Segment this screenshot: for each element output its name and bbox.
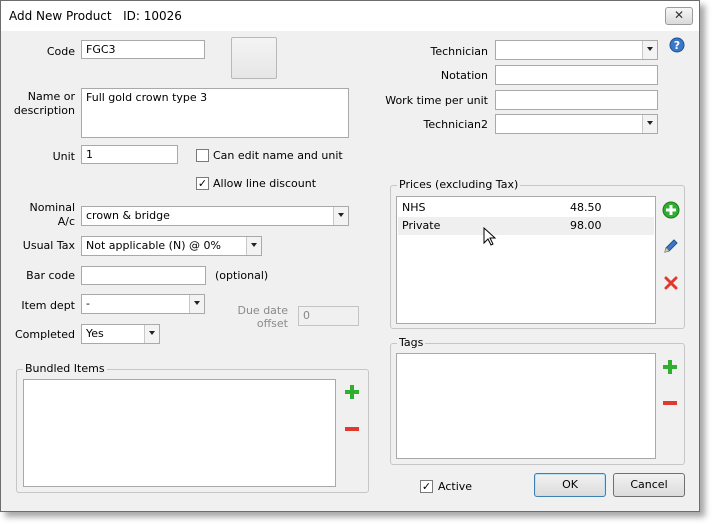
code-label: Code	[46, 45, 75, 58]
optional-label: (optional)	[215, 269, 269, 282]
notation-label: Notation	[440, 69, 488, 82]
item-dept-value: -	[86, 297, 90, 310]
close-icon: ✕	[673, 8, 685, 22]
tags-list[interactable]	[396, 353, 656, 459]
nominal-select[interactable]: crown & bridge	[81, 206, 349, 226]
worktime-input[interactable]	[495, 90, 658, 110]
add-product-dialog: Add New Product ID: 10026 ✕ ? Code FGC3 …	[0, 0, 700, 512]
due-label-line1: Due date	[237, 304, 288, 317]
svg-text:?: ?	[674, 39, 680, 52]
unit-input[interactable]: 1	[81, 145, 178, 164]
name-label-line1: Name or	[27, 90, 75, 103]
completed-value: Yes	[86, 327, 104, 340]
price-name: Private	[402, 219, 441, 232]
notation-input[interactable]	[495, 65, 658, 85]
allow-discount-checkbox[interactable]: ✓	[196, 177, 209, 190]
price-row[interactable]: Private 98.00	[398, 217, 654, 235]
close-button[interactable]: ✕	[665, 7, 693, 25]
price-value: 98.00	[570, 219, 602, 232]
add-price-icon[interactable]	[662, 201, 680, 219]
tags-title: Tags	[397, 336, 426, 349]
add-tag-icon[interactable]	[662, 359, 678, 375]
chevron-down-icon	[144, 325, 159, 343]
remove-bundled-item-icon[interactable]	[344, 423, 360, 435]
chevron-down-icon	[189, 295, 204, 313]
completed-label: Completed	[15, 328, 75, 341]
product-id: ID: 10026	[123, 9, 182, 23]
can-edit-label: Can edit name and unit	[213, 149, 343, 162]
remove-tag-icon[interactable]	[662, 397, 678, 409]
product-image[interactable]	[231, 37, 277, 79]
name-label-line2: description	[13, 104, 75, 117]
bundled-items-title: Bundled Items	[23, 362, 107, 375]
worktime-label: Work time per unit	[385, 94, 488, 107]
completed-select[interactable]: Yes	[81, 324, 160, 344]
unit-label: Unit	[52, 150, 75, 163]
price-row[interactable]: NHS 48.50	[398, 199, 654, 217]
mouse-cursor-icon	[483, 227, 497, 246]
cancel-button[interactable]: Cancel	[613, 473, 685, 497]
active-label: Active	[438, 480, 473, 493]
ok-button[interactable]: OK	[534, 473, 606, 497]
nominal-value: crown & bridge	[86, 209, 170, 222]
nominal-label-line2: A/c	[57, 215, 75, 228]
prices-title: Prices (excluding Tax)	[397, 178, 521, 191]
technician-label: Technician	[430, 45, 488, 58]
cancel-button-label: Cancel	[630, 478, 668, 491]
chevron-down-icon	[642, 115, 657, 133]
usual-tax-select[interactable]: Not applicable (N) @ 0%	[81, 236, 262, 256]
chevron-down-icon	[333, 207, 348, 225]
help-icon[interactable]: ?	[669, 37, 685, 53]
usual-tax-label: Usual Tax	[22, 239, 75, 252]
barcode-input[interactable]	[81, 266, 206, 285]
bundled-items-list[interactable]	[23, 379, 336, 487]
technician2-select[interactable]	[495, 114, 658, 134]
can-edit-checkbox[interactable]	[196, 149, 209, 162]
price-value: 48.50	[570, 201, 602, 214]
add-bundled-item-icon[interactable]	[344, 384, 360, 400]
code-input[interactable]: FGC3	[81, 40, 205, 59]
name-textarea[interactable]: Full gold crown type 3	[81, 88, 349, 138]
usual-tax-value: Not applicable (N) @ 0%	[86, 239, 221, 252]
due-offset-input: 0	[298, 306, 359, 326]
due-label-line2: offset	[256, 317, 288, 330]
chevron-down-icon	[246, 237, 261, 255]
edit-price-icon[interactable]	[662, 237, 680, 255]
technician2-label: Technician2	[423, 118, 488, 131]
active-checkbox[interactable]: ✓	[420, 480, 433, 493]
technician-select[interactable]	[495, 40, 658, 60]
item-dept-label: Item dept	[21, 299, 75, 312]
delete-price-icon[interactable]	[663, 275, 679, 291]
allow-discount-label: Allow line discount	[213, 177, 317, 190]
item-dept-select[interactable]: -	[81, 294, 205, 314]
prices-list[interactable]: NHS 48.50 Private 98.00	[396, 196, 656, 324]
barcode-label: Bar code	[26, 269, 75, 282]
dialog-title: Add New Product	[9, 9, 112, 23]
ok-button-label: OK	[562, 478, 578, 491]
price-name: NHS	[402, 201, 426, 214]
chevron-down-icon	[642, 41, 657, 59]
nominal-label-line1: Nominal	[29, 201, 76, 214]
title-bar[interactable]: Add New Product ID: 10026 ✕	[1, 1, 699, 31]
